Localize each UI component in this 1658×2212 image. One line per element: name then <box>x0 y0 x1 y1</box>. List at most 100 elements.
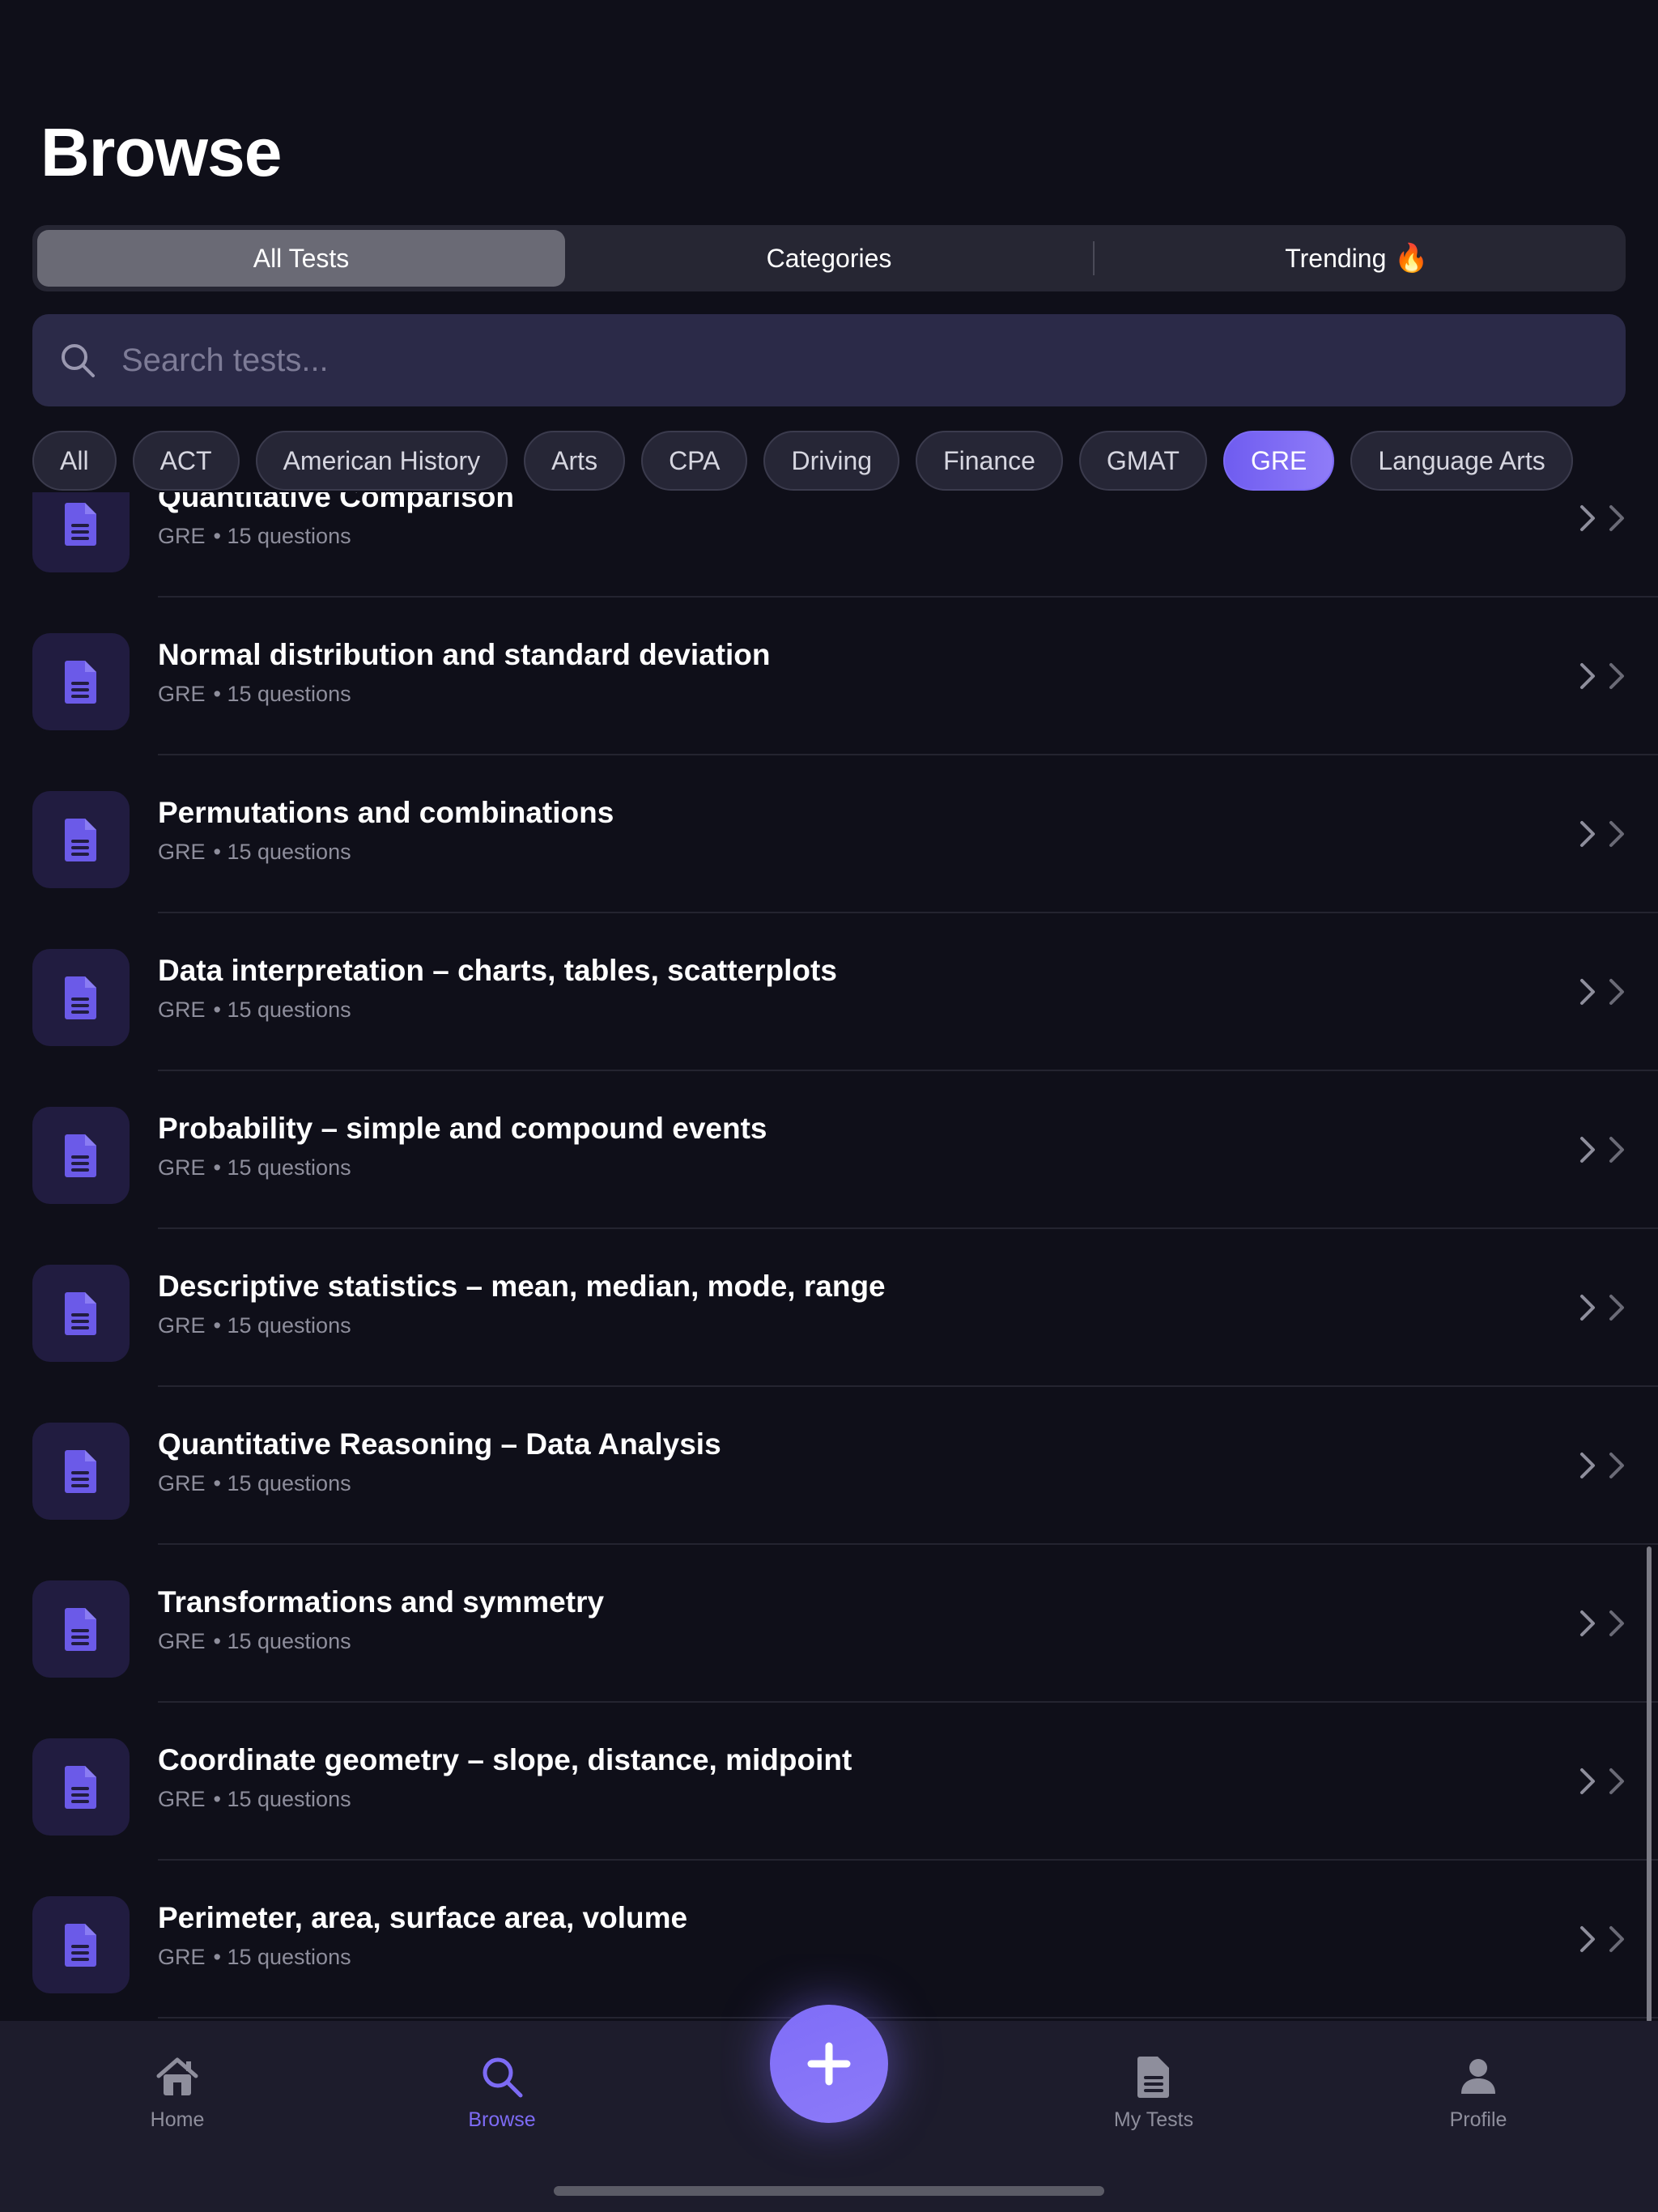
chevron-right-icon <box>1580 1926 1595 1952</box>
test-meta: GRE • 15 questions <box>158 682 351 707</box>
test-row[interactable]: Descriptive statistics – mean, median, m… <box>0 1229 1658 1387</box>
chip-gmat[interactable]: GMAT <box>1078 431 1207 491</box>
test-question-count: • 15 questions <box>213 998 351 1022</box>
chip-cpa[interactable]: CPA <box>641 431 748 491</box>
chevron-right-icon <box>1609 1137 1624 1163</box>
test-title: Permutations and combinations <box>158 796 614 829</box>
test-row[interactable]: Normal distribution and standard deviati… <box>0 598 1658 755</box>
chevron-right-icon <box>1580 505 1595 531</box>
search-icon <box>62 344 95 377</box>
chip-arts[interactable]: Arts <box>524 431 626 491</box>
plus-icon <box>807 2042 851 2086</box>
test-row[interactable]: Probability – simple and compound events… <box>0 1071 1658 1229</box>
chip-american-history[interactable]: American History <box>255 431 508 491</box>
row-chevrons <box>1579 1610 1626 1637</box>
test-row[interactable]: Data interpretation – charts, tables, sc… <box>0 913 1658 1071</box>
scrollbar[interactable] <box>1647 1546 1652 2023</box>
document-icon <box>1137 2057 1169 2098</box>
chip-driving[interactable]: Driving <box>763 431 900 491</box>
test-meta: GRE • 15 questions <box>158 1787 351 1812</box>
chevron-right-icon <box>1580 663 1595 689</box>
segment-label: All Tests <box>253 243 350 273</box>
tab-label: Home <box>150 2108 205 2131</box>
fire-icon: 🔥 <box>1394 243 1429 274</box>
chevron-right-icon <box>1609 663 1624 689</box>
chip-all[interactable]: All <box>32 431 117 491</box>
test-category: GRE <box>158 524 206 548</box>
test-row[interactable]: Coordinate geometry – slope, distance, m… <box>0 1703 1658 1861</box>
tab-profile[interactable]: Profile <box>1397 2053 1559 2132</box>
document-icon <box>65 661 96 704</box>
house-icon <box>156 2057 198 2095</box>
test-row[interactable]: Permutations and combinations GRE • 15 que… <box>0 755 1658 913</box>
document-icon <box>65 976 96 1019</box>
tab-browse[interactable]: Browse <box>421 2053 583 2132</box>
test-title: Descriptive statistics – mean, median, m… <box>158 1270 886 1303</box>
segment-all-tests[interactable]: All Tests <box>37 230 565 287</box>
search-input[interactable] <box>121 342 1626 379</box>
chevron-right-icon <box>1609 821 1624 847</box>
chip-language-arts[interactable]: Language Arts <box>1350 431 1573 491</box>
chip-act[interactable]: ACT <box>132 431 240 491</box>
test-row[interactable]: Transformations and symmetry GRE • 15 ques… <box>0 1545 1658 1703</box>
row-chevrons <box>1579 978 1626 1006</box>
test-title: Probability – simple and compound events <box>158 1112 767 1145</box>
test-icon-tile <box>32 1107 130 1204</box>
chevron-right-icon <box>1580 1453 1595 1478</box>
test-category: GRE <box>158 840 206 864</box>
segment-categories[interactable]: Categories <box>565 230 1093 287</box>
row-chevrons <box>1579 1136 1626 1163</box>
home-indicator <box>554 2186 1104 2196</box>
test-icon-tile <box>32 1423 130 1520</box>
chevron-right-icon <box>1580 1768 1595 1794</box>
test-icon-tile <box>32 791 130 888</box>
test-meta: GRE • 15 questions <box>158 1945 351 1970</box>
test-category: GRE <box>158 1629 206 1653</box>
tab-label: Browse <box>468 2108 536 2131</box>
test-meta: GRE • 15 questions <box>158 1629 351 1654</box>
test-category: GRE <box>158 1787 206 1811</box>
chip-gre[interactable]: GRE <box>1222 431 1335 491</box>
test-category: GRE <box>158 1471 206 1495</box>
test-icon-tile <box>32 949 130 1046</box>
chevron-right-icon <box>1609 1768 1624 1794</box>
test-meta: GRE • 15 questions <box>158 1471 351 1496</box>
test-title: Data interpretation – charts, tables, sc… <box>158 954 837 987</box>
test-title: Quantitative Comparison <box>158 492 514 513</box>
search-bar[interactable] <box>32 314 1626 406</box>
test-row[interactable]: Quantitative Reasoning – Data Analysis GR… <box>0 1387 1658 1545</box>
document-icon <box>65 1292 96 1335</box>
tab-my-tests[interactable]: My Tests <box>1073 2053 1235 2132</box>
segment-label: Categories <box>766 243 892 273</box>
row-chevrons <box>1579 504 1626 532</box>
tab-home[interactable]: Home <box>96 2053 258 2132</box>
test-question-count: • 15 questions <box>213 1155 351 1180</box>
test-row[interactable]: Perimeter, area, surface area, volume GRE… <box>0 1861 1658 2018</box>
chevron-right-icon <box>1580 979 1595 1005</box>
test-meta: GRE • 15 questions <box>158 840 351 865</box>
row-chevrons <box>1579 820 1626 848</box>
test-question-count: • 15 questions <box>213 1945 351 1969</box>
test-question-count: • 15 questions <box>213 1629 351 1653</box>
chip-finance[interactable]: Finance <box>916 431 1063 491</box>
document-icon <box>65 1450 96 1493</box>
test-icon-tile <box>32 492 130 572</box>
document-icon <box>65 503 96 546</box>
row-chevrons <box>1579 1925 1626 1953</box>
category-chips: All ACT American History Arts CPA Drivin… <box>32 431 1573 491</box>
add-test-button[interactable] <box>770 2005 888 2123</box>
test-question-count: • 15 questions <box>213 840 351 864</box>
segment-label: Trending <box>1285 243 1387 273</box>
document-icon <box>65 1924 96 1967</box>
row-chevrons <box>1579 1767 1626 1795</box>
segment-trending[interactable]: Trending 🔥 <box>1093 230 1621 287</box>
test-meta: GRE • 15 questions <box>158 998 351 1023</box>
tab-label: My Tests <box>1113 2108 1194 2131</box>
row-chevrons <box>1579 662 1626 690</box>
test-row[interactable]: Quantitative Comparison GRE • 15 questions <box>0 492 1658 598</box>
person-icon <box>1461 2059 1495 2094</box>
page-title: Browse <box>40 114 282 190</box>
test-meta: GRE • 15 questions <box>158 524 351 549</box>
chevron-right-icon <box>1609 1926 1624 1952</box>
test-question-count: • 15 questions <box>213 1471 351 1495</box>
